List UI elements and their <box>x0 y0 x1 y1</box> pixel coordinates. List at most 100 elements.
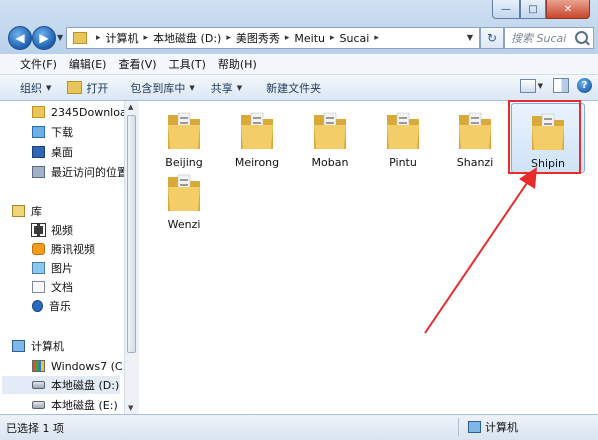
scroll-up-arrow-icon[interactable]: ▲ <box>128 103 133 111</box>
nav-item-downloads[interactable]: 下载 <box>32 123 73 141</box>
folder-icon <box>168 112 200 149</box>
search-input[interactable]: 搜索 Sucai <box>504 27 594 49</box>
drive-icon <box>32 381 45 389</box>
drive-icon <box>32 401 45 409</box>
folder-icon <box>168 174 200 211</box>
nav-item-documents[interactable]: 文档 <box>32 278 73 296</box>
nav-item-label: 桌面 <box>51 146 73 159</box>
help-icon[interactable]: ? <box>577 78 592 93</box>
include-in-library-button[interactable]: 包含到库中 ▼ <box>122 75 202 100</box>
new-folder-label: 新建文件夹 <box>266 81 322 95</box>
folder-icon <box>314 112 346 149</box>
breadcrumb-meitu-xiuxiu[interactable]: 美图秀秀 <box>236 30 280 46</box>
nav-item-tencent-video[interactable]: 腾讯视频 <box>32 240 95 258</box>
title-bar: — □ ✕ ◀ ▶ ▼ ▸ 计算机 ▸ 本地磁盘 (D:) ▸ 美图秀秀 ▸ M… <box>0 0 598 54</box>
status-bar: 已选择 1 项 计算机 <box>0 414 598 440</box>
file-list: Beijing Meirong Moban Pintu Shanzi Shipi… <box>139 100 598 414</box>
breadcrumb-meitu[interactable]: Meitu <box>294 32 325 45</box>
recent-pages-dropdown[interactable]: ▼ <box>57 33 63 42</box>
close-button[interactable]: ✕ <box>546 0 590 19</box>
view-options-dropdown[interactable]: ▼ <box>538 82 543 90</box>
breadcrumb-separator[interactable]: ▸ <box>91 33 106 43</box>
status-divider <box>458 418 459 436</box>
folder-item-beijing[interactable]: Beijing <box>147 103 221 173</box>
forward-arrow-icon: ▶ <box>39 31 49 45</box>
nav-group-computer[interactable]: 计算机 <box>12 337 64 355</box>
search-icon <box>575 31 588 44</box>
back-button[interactable]: ◀ <box>8 26 32 50</box>
breadcrumb-separator[interactable]: ▸ <box>280 33 295 43</box>
computer-icon <box>12 340 25 352</box>
command-toolbar: 组织 ▼ 打开 包含到库中 ▼ 共享 ▼ 新建文件夹 ▼ ? <box>0 75 598 101</box>
maximize-button[interactable]: □ <box>520 0 546 19</box>
scrollbar-thumb[interactable] <box>127 115 136 353</box>
folder-item-moban[interactable]: Moban <box>293 103 367 173</box>
breadcrumb-separator[interactable]: ▸ <box>369 33 384 43</box>
organize-label: 组织 <box>20 81 42 95</box>
menu-file[interactable]: 文件(F) <box>14 56 63 72</box>
change-view-icon[interactable] <box>519 78 536 93</box>
windows-drive-icon <box>32 360 45 372</box>
status-location: 计算机 <box>468 419 518 435</box>
chevron-down-icon: ▼ <box>236 83 243 92</box>
nav-item-music[interactable]: 音乐 <box>32 297 71 315</box>
menu-tools[interactable]: 工具(T) <box>163 56 212 72</box>
nav-group-libraries[interactable]: 库 <box>12 202 42 220</box>
folder-icon <box>387 112 419 149</box>
open-folder-icon <box>67 81 83 94</box>
breadcrumb-computer[interactable]: 计算机 <box>106 30 139 46</box>
nav-item-label: 腾讯视频 <box>51 243 95 256</box>
nav-item-pictures[interactable]: 图片 <box>32 259 73 277</box>
navigation-pane: 2345Download: 下载 桌面 最近访问的位置 库 视频 腾讯视频 图片… <box>0 101 139 414</box>
folder-label: Meirong <box>234 156 280 169</box>
navigation-scrollbar[interactable]: ▲ ▼ <box>124 101 139 414</box>
breadcrumb-sucai[interactable]: Sucai <box>340 32 370 45</box>
nav-group-label: 库 <box>31 205 42 218</box>
preview-pane-icon[interactable] <box>553 78 569 93</box>
nav-item-drive-d[interactable]: 本地磁盘 (D:) <box>2 376 120 394</box>
menu-help[interactable]: 帮助(H) <box>212 56 263 72</box>
desktop-icon <box>32 146 45 158</box>
nav-item-label: 下载 <box>51 126 73 139</box>
organize-button[interactable]: 组织 ▼ <box>12 75 59 100</box>
forward-button[interactable]: ▶ <box>32 26 56 50</box>
folder-item-wenzi[interactable]: Wenzi <box>147 165 221 235</box>
tencent-video-icon <box>32 243 45 255</box>
status-location-label: 计算机 <box>485 421 518 434</box>
nav-item-desktop[interactable]: 桌面 <box>32 143 73 161</box>
refresh-button[interactable]: ↻ <box>480 27 504 49</box>
annotation-arrow-icon <box>424 167 537 334</box>
folder-item-meirong[interactable]: Meirong <box>220 103 294 173</box>
folder-icon <box>459 112 491 149</box>
breadcrumb-drive-d[interactable]: 本地磁盘 (D:) <box>153 30 221 46</box>
nav-item-drive-c[interactable]: Windows7 (C:) <box>32 357 131 375</box>
share-button[interactable]: 共享 ▼ <box>203 75 250 100</box>
address-bar[interactable]: ▸ 计算机 ▸ 本地磁盘 (D:) ▸ 美图秀秀 ▸ Meitu ▸ Sucai… <box>66 27 480 49</box>
nav-item-label: 图片 <box>51 262 73 275</box>
nav-item-label: 文档 <box>51 281 73 294</box>
scroll-down-arrow-icon[interactable]: ▼ <box>128 404 133 412</box>
chevron-down-icon: ▼ <box>46 83 52 92</box>
menu-view[interactable]: 查看(V) <box>112 56 162 72</box>
nav-item-label: 本地磁盘 (E:) <box>51 399 118 412</box>
nav-item-videos[interactable]: 视频 <box>31 221 73 239</box>
nav-item-drive-e[interactable]: 本地磁盘 (E:) <box>32 396 118 414</box>
folder-label: Wenzi <box>167 218 201 231</box>
nav-item-recent-places[interactable]: 最近访问的位置 <box>32 163 128 181</box>
chevron-down-icon: ▼ <box>189 83 195 92</box>
breadcrumb-separator[interactable]: ▸ <box>139 33 154 43</box>
nav-item-label: Windows7 (C:) <box>51 359 131 373</box>
new-folder-button[interactable]: 新建文件夹 <box>258 75 329 100</box>
open-button[interactable]: 打开 <box>59 75 116 100</box>
share-label: 共享 <box>210 81 233 95</box>
breadcrumb-separator[interactable]: ▸ <box>221 33 236 43</box>
folder-label: Moban <box>311 156 349 169</box>
address-history-dropdown[interactable]: ▼ <box>467 33 473 42</box>
documents-icon <box>32 281 45 293</box>
breadcrumb-separator[interactable]: ▸ <box>325 33 340 43</box>
nav-item-2345downloads[interactable]: 2345Download: <box>32 103 137 121</box>
menu-bar: 文件(F) 编辑(E) 查看(V) 工具(T) 帮助(H) <box>0 54 598 75</box>
menu-edit[interactable]: 编辑(E) <box>63 56 113 72</box>
folder-icon <box>32 106 45 118</box>
minimize-button[interactable]: — <box>492 0 520 19</box>
